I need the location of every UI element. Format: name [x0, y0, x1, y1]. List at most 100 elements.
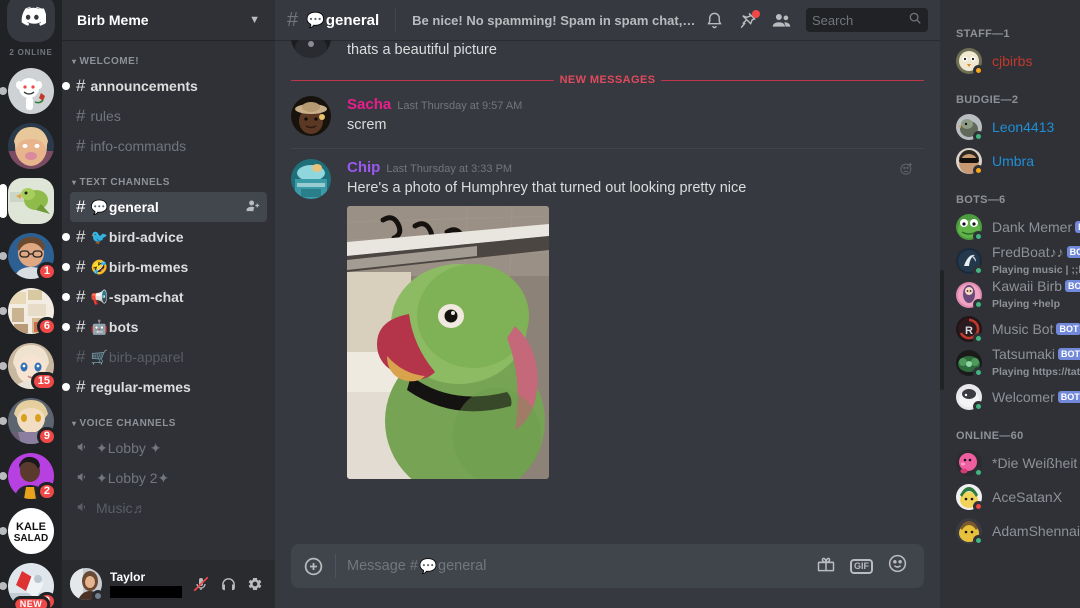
member-acesatanx[interactable]: AceSatanX	[940, 480, 1080, 514]
members-icon[interactable]	[771, 10, 792, 31]
member-die-weissheit[interactable]: *Die Weißheit	[940, 446, 1080, 480]
member-music-bot[interactable]: R Music Bot BOT	[940, 312, 1080, 346]
server-icon-purple[interactable]: 2	[0, 453, 57, 501]
channel-list: ▾ WELCOME! # announcements # rules # inf…	[62, 40, 275, 560]
channel-bots[interactable]: # 🤖 bots	[62, 312, 267, 342]
channel-label: rules	[90, 108, 121, 124]
voice-channel-lobby-2[interactable]: ✦Lobby 2✦	[70, 463, 267, 493]
channel-general[interactable]: # 💬 general	[70, 192, 267, 222]
gear-icon[interactable]	[244, 573, 266, 595]
message-chip: Chip Last Thursday at 3:33 PM Here's a p…	[275, 149, 940, 481]
channel-spam-chat[interactable]: # 📢 -spam-chat	[62, 282, 267, 312]
message-list[interactable]: thats a beautiful picture NEW MESSAGES S…	[275, 40, 940, 544]
member-welcomer[interactable]: Welcomer BOT	[940, 380, 1080, 414]
speaker-icon	[76, 500, 90, 517]
gif-icon[interactable]: GIF	[850, 558, 873, 574]
create-invite-icon[interactable]	[246, 198, 261, 216]
discord-home-button[interactable]	[7, 0, 55, 42]
member-cjbirbs[interactable]: cjbirbs	[940, 44, 1080, 78]
user-panel-controls	[190, 573, 268, 595]
new-messages-label: NEW MESSAGES	[559, 74, 656, 86]
server-icon-snow[interactable]: 9 NEW	[0, 563, 57, 608]
unread-pill	[0, 362, 7, 370]
message-input[interactable]: Message # 💬 general	[336, 558, 816, 575]
mic-muted-icon[interactable]	[190, 573, 212, 595]
avatar[interactable]	[70, 568, 104, 602]
member-group-online: ONLINE—60	[956, 430, 1024, 442]
server-icon-kalesalad[interactable]: KALE SALAD	[0, 508, 54, 554]
category-label: WELCOME!	[79, 56, 140, 67]
speech-balloon-emoji: 💬	[418, 558, 437, 575]
channel-birb-memes[interactable]: # 🤣 birb-memes	[62, 252, 267, 282]
server-icon-person[interactable]: 1	[0, 233, 57, 281]
category-voice-channels[interactable]: ▾ VOICE CHANNELS	[62, 402, 275, 433]
server-icon-collage[interactable]: 6	[0, 288, 57, 336]
member-list-scrollbar[interactable]	[940, 270, 944, 390]
member-kawaii-birb[interactable]: Kawaii Birb BOT Playing +help	[940, 278, 1080, 312]
member-fredboat[interactable]: FredBoat♪♪ BOT Playing music | ;;help	[940, 244, 1080, 278]
member-name: Welcomer	[992, 389, 1055, 405]
current-channel-name: 💬 general	[306, 11, 379, 30]
channel-info-commands[interactable]: # info-commands	[70, 131, 267, 161]
guild-header[interactable]: Birb Meme ▼	[62, 0, 275, 40]
member-leon4413[interactable]: Leon4413	[940, 110, 1080, 144]
server-icon-anime[interactable]: 15	[0, 343, 57, 391]
avatar[interactable]	[291, 159, 331, 199]
member-name: Kawaii Birb	[992, 278, 1063, 294]
composer-box[interactable]: Message # 💬 general GIF	[291, 544, 924, 588]
message-partial: thats a beautiful picture	[275, 40, 940, 62]
member-adamshennai[interactable]: AdamShennai	[940, 514, 1080, 548]
gift-icon[interactable]	[816, 554, 836, 579]
topbar-divider	[395, 8, 397, 32]
message-author[interactable]: Sacha	[347, 96, 391, 113]
avatar[interactable]	[291, 96, 331, 136]
channel-label: bird-advice	[108, 229, 184, 245]
pin-icon[interactable]	[738, 9, 760, 30]
avatar	[956, 518, 984, 546]
bell-icon[interactable]	[705, 11, 724, 30]
speaker-icon	[76, 440, 90, 457]
member-body: *Die Weißheit	[992, 455, 1077, 471]
bot-tag: BOT	[1056, 323, 1080, 335]
server-icon-toga[interactable]: 9	[0, 398, 57, 446]
voice-channel-music[interactable]: Music♬	[70, 493, 267, 523]
member-body: Welcomer BOT	[992, 389, 1080, 405]
hash-icon: #	[76, 377, 86, 396]
channel-rules[interactable]: # rules	[70, 101, 267, 131]
member-name: Music Bot	[992, 321, 1054, 337]
channel-birb-apparel[interactable]: # 🛒 birb-apparel	[70, 342, 267, 372]
server-rail: 2 ONLINE 1 6 15 9 2 KALE SALAD NEW	[0, 0, 62, 608]
unread-dot	[62, 233, 70, 241]
green-parakeet-photo[interactable]	[347, 206, 549, 479]
channel-regular-memes[interactable]: # regular-memes	[62, 372, 267, 402]
channel-bird-advice[interactable]: # 🐦 bird-advice	[62, 222, 267, 252]
member-body: AdamShennai	[992, 523, 1080, 539]
member-name: Dank Memer	[992, 219, 1073, 235]
search-input[interactable]: Search	[806, 8, 928, 32]
headphones-icon[interactable]	[217, 573, 239, 595]
chat-column: # 💬 general Be nice! No spamming! Spam in…	[275, 0, 940, 608]
status-indicator	[973, 265, 984, 276]
member-name: AceSatanX	[992, 489, 1063, 505]
member-dank-memer[interactable]: Dank Memer BOT	[940, 210, 1080, 244]
unread-pill	[0, 307, 7, 315]
user-discriminator-redacted	[110, 585, 182, 598]
avatar[interactable]	[291, 40, 331, 58]
server-list: 1 6 15 9 2 KALE SALAD NEW	[0, 68, 57, 608]
add-attachment-icon[interactable]	[291, 556, 335, 577]
category-text-channels[interactable]: ▾ TEXT CHANNELS	[62, 161, 275, 192]
server-icon-reddit[interactable]	[0, 68, 54, 114]
channel-announcements[interactable]: # announcements	[62, 71, 267, 101]
server-icon-lovebird[interactable]	[0, 178, 54, 224]
category-welcome[interactable]: ▾ WELCOME!	[62, 56, 275, 71]
member-list[interactable]: STAFF—1 cjbirbs BUDGIE—2 Leon4413 Umbra …	[940, 0, 1080, 608]
member-umbra[interactable]: Umbra	[940, 144, 1080, 178]
member-tatsumaki[interactable]: Tatsumaki BOT Playing https://tatsu	[940, 346, 1080, 380]
message-author[interactable]: Chip	[347, 159, 380, 176]
emoji-icon[interactable]	[887, 553, 908, 579]
composer-placeholder-prefix: Message #	[347, 558, 418, 574]
channel-label: birb-memes	[108, 259, 189, 275]
voice-channel-lobby[interactable]: ✦Lobby ✦	[70, 433, 267, 463]
add-reaction-icon[interactable]	[899, 161, 914, 181]
server-icon-blonde[interactable]	[8, 123, 54, 169]
